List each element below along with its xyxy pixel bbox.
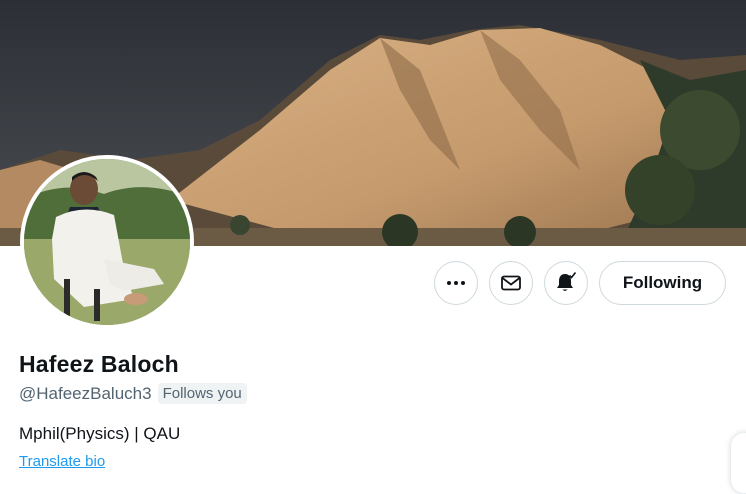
more-icon <box>447 281 465 285</box>
profile-avatar[interactable] <box>20 155 194 329</box>
more-button[interactable] <box>434 261 478 305</box>
side-panel-edge <box>730 432 746 494</box>
profile-bio: Mphil(Physics) | QAU <box>19 424 181 443</box>
notifications-button[interactable] <box>544 261 588 305</box>
follows-you-badge: Follows you <box>157 383 247 404</box>
profile-name: Hafeez Baloch <box>19 351 179 377</box>
handle-row: @HafeezBaluch3 Follows you <box>19 383 247 404</box>
following-button[interactable]: Following <box>599 261 726 305</box>
message-button[interactable] <box>489 261 533 305</box>
bell-subscribed-icon <box>557 272 577 291</box>
mail-icon <box>501 275 521 291</box>
following-label: Following <box>622 273 703 292</box>
translate-bio-link[interactable]: Translate bio <box>19 453 105 470</box>
avatar-photo <box>24 159 190 325</box>
profile-handle: @HafeezBaluch3 <box>19 383 152 403</box>
